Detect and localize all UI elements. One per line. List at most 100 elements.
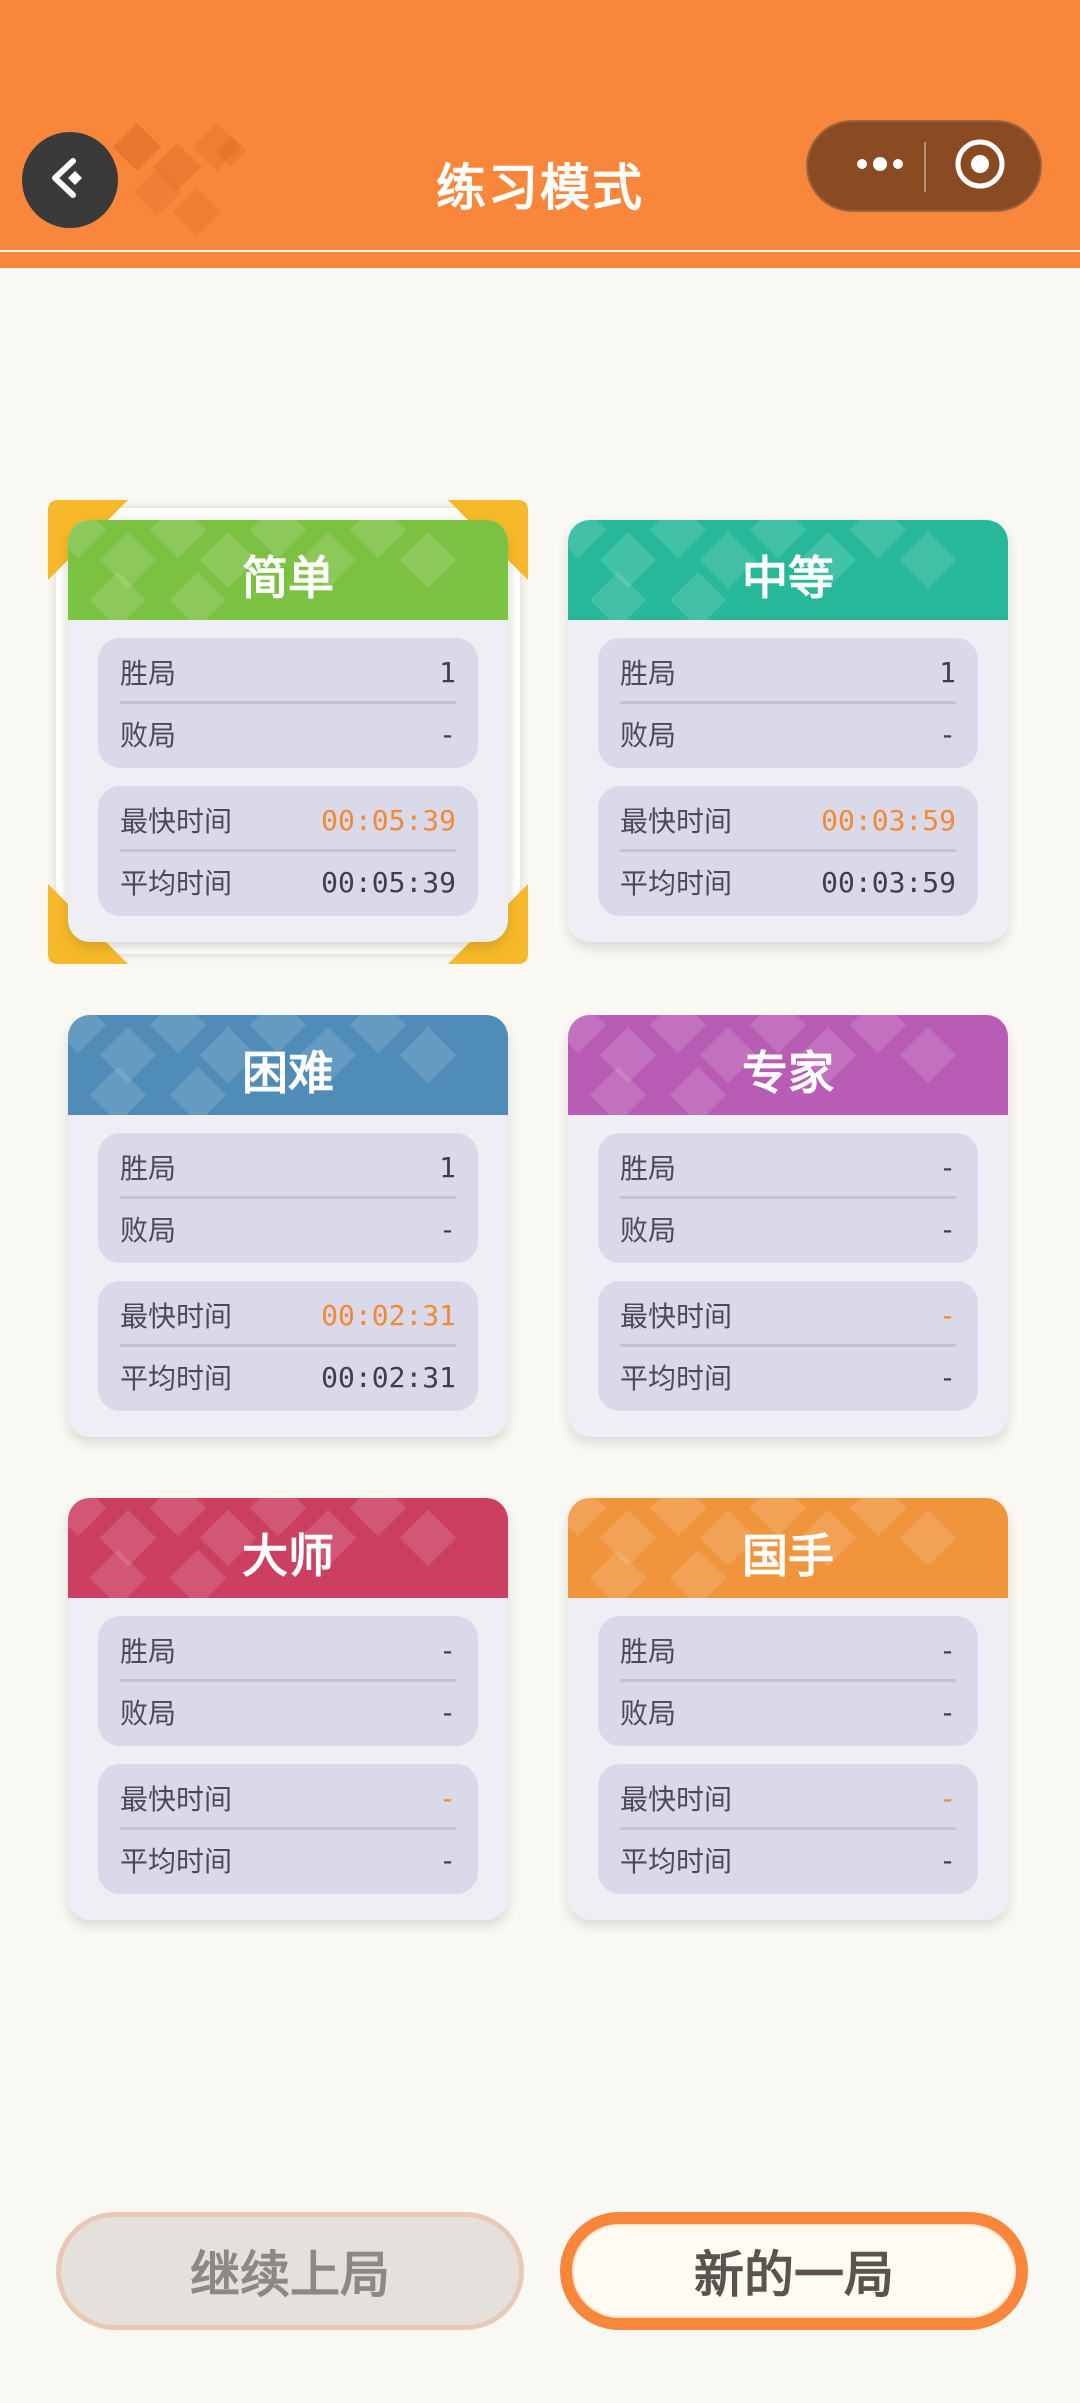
time-box: 最快时间 00:02:31 平均时间 00:02:31 xyxy=(98,1281,478,1411)
difficulty-card-master[interactable]: 大师 胜局 - 败局 - 最快时间 - 平均时间 - xyxy=(68,1498,508,1920)
losses-value: - xyxy=(939,1695,956,1729)
header-bar: 练习模式 xyxy=(0,0,1080,252)
fastest-value: 00:05:39 xyxy=(321,803,456,837)
time-box: 最快时间 - 平均时间 - xyxy=(598,1281,978,1411)
fastest-label: 最快时间 xyxy=(120,805,233,838)
wins-value: 1 xyxy=(939,655,956,689)
header-bottom-band xyxy=(0,252,1080,268)
difficulty-card-medium[interactable]: 中等 胜局 1 败局 - 最快时间 00:03:59 平均时间 00:03:59 xyxy=(568,520,1008,942)
fastest-row: 最快时间 - xyxy=(620,1778,956,1818)
average-value: - xyxy=(939,1843,956,1877)
close-button[interactable] xyxy=(938,122,1022,210)
capsule-divider xyxy=(924,142,926,192)
card-title: 大师 xyxy=(242,1529,334,1583)
row-divider xyxy=(620,849,956,852)
time-box: 最快时间 - 平均时间 - xyxy=(598,1764,978,1894)
wins-value: - xyxy=(939,1150,956,1184)
average-label: 平均时间 xyxy=(120,1845,233,1878)
card-title: 专家 xyxy=(742,1046,834,1100)
continue-game-button[interactable]: 继续上局 xyxy=(56,2212,524,2330)
card-header: 困难 xyxy=(68,1015,508,1115)
losses-row: 败局 - xyxy=(620,1692,956,1732)
average-row: 平均时间 - xyxy=(620,1840,956,1880)
fastest-label: 最快时间 xyxy=(620,805,733,838)
more-button[interactable] xyxy=(838,122,922,210)
row-divider xyxy=(620,1679,956,1682)
losses-value: - xyxy=(939,717,956,751)
average-row: 平均时间 00:05:39 xyxy=(120,862,456,902)
losses-value: - xyxy=(439,1212,456,1246)
row-divider xyxy=(120,1679,456,1682)
record-box: 胜局 1 败局 - xyxy=(98,638,478,768)
fastest-value: - xyxy=(939,1298,956,1332)
losses-label: 败局 xyxy=(620,1697,677,1730)
average-label: 平均时间 xyxy=(620,867,733,900)
average-value: - xyxy=(939,1360,956,1394)
wins-label: 胜局 xyxy=(620,1635,677,1668)
average-label: 平均时间 xyxy=(120,867,233,900)
card-header: 专家 xyxy=(568,1015,1008,1115)
card-title: 困难 xyxy=(242,1046,334,1100)
fastest-label: 最快时间 xyxy=(120,1300,233,1333)
wins-label: 胜局 xyxy=(620,1152,677,1185)
wins-value: - xyxy=(439,1633,456,1667)
row-divider xyxy=(120,1344,456,1347)
average-value: 00:02:31 xyxy=(321,1360,456,1394)
record-box: 胜局 1 败局 - xyxy=(598,638,978,768)
card-title: 中等 xyxy=(742,551,834,605)
losses-row: 败局 - xyxy=(120,1209,456,1249)
fastest-label: 最快时间 xyxy=(620,1783,733,1816)
losses-row: 败局 - xyxy=(620,714,956,754)
fastest-row: 最快时间 00:03:59 xyxy=(620,800,956,840)
average-value: - xyxy=(439,1843,456,1877)
average-label: 平均时间 xyxy=(620,1845,733,1878)
time-box: 最快时间 00:05:39 平均时间 00:05:39 xyxy=(98,786,478,916)
card-title: 国手 xyxy=(742,1529,834,1583)
wins-value: - xyxy=(939,1633,956,1667)
time-box: 最快时间 - 平均时间 - xyxy=(98,1764,478,1894)
average-value: 00:03:59 xyxy=(821,865,956,899)
losses-row: 败局 - xyxy=(120,1692,456,1732)
average-row: 平均时间 - xyxy=(620,1357,956,1397)
fastest-value: 00:02:31 xyxy=(321,1298,456,1332)
losses-label: 败局 xyxy=(120,1697,177,1730)
average-label: 平均时间 xyxy=(620,1362,733,1395)
difficulty-card-grandmaster[interactable]: 国手 胜局 - 败局 - 最快时间 - 平均时间 - xyxy=(568,1498,1008,1920)
record-box: 胜局 - 败局 - xyxy=(598,1133,978,1263)
wins-row: 胜局 1 xyxy=(120,1147,456,1187)
losses-value: - xyxy=(439,1695,456,1729)
card-header: 国手 xyxy=(568,1498,1008,1598)
record-box: 胜局 1 败局 - xyxy=(98,1133,478,1263)
average-row: 平均时间 - xyxy=(120,1840,456,1880)
losses-value: - xyxy=(939,1212,956,1246)
difficulty-card-easy[interactable]: 简单 胜局 1 败局 - 最快时间 00:05:39 平均时间 00:05:39 xyxy=(68,520,508,942)
record-box: 胜局 - 败局 - xyxy=(598,1616,978,1746)
losses-label: 败局 xyxy=(120,1214,177,1247)
fastest-value: - xyxy=(939,1781,956,1815)
average-row: 平均时间 00:03:59 xyxy=(620,862,956,902)
new-game-button[interactable]: 新的一局 xyxy=(560,2212,1028,2330)
losses-value: - xyxy=(439,717,456,751)
average-value: 00:05:39 xyxy=(321,865,456,899)
fastest-label: 最快时间 xyxy=(620,1300,733,1333)
fastest-row: 最快时间 00:05:39 xyxy=(120,800,456,840)
row-divider xyxy=(120,849,456,852)
fastest-row: 最快时间 00:02:31 xyxy=(120,1295,456,1335)
losses-row: 败局 - xyxy=(120,714,456,754)
wins-row: 胜局 - xyxy=(120,1630,456,1670)
card-title: 简单 xyxy=(242,551,334,605)
row-divider xyxy=(120,1196,456,1199)
losses-label: 败局 xyxy=(620,1214,677,1247)
average-label: 平均时间 xyxy=(120,1362,233,1395)
losses-label: 败局 xyxy=(120,719,177,752)
wins-value: 1 xyxy=(439,1150,456,1184)
card-header: 大师 xyxy=(68,1498,508,1598)
more-dots-icon xyxy=(852,154,908,178)
card-header: 中等 xyxy=(568,520,1008,620)
difficulty-card-hard[interactable]: 困难 胜局 1 败局 - 最快时间 00:02:31 平均时间 00:02:31 xyxy=(68,1015,508,1437)
fastest-row: 最快时间 - xyxy=(120,1778,456,1818)
fastest-row: 最快时间 - xyxy=(620,1295,956,1335)
difficulty-card-expert[interactable]: 专家 胜局 - 败局 - 最快时间 - 平均时间 - xyxy=(568,1015,1008,1437)
target-close-icon xyxy=(953,137,1007,195)
wins-label: 胜局 xyxy=(620,657,677,690)
